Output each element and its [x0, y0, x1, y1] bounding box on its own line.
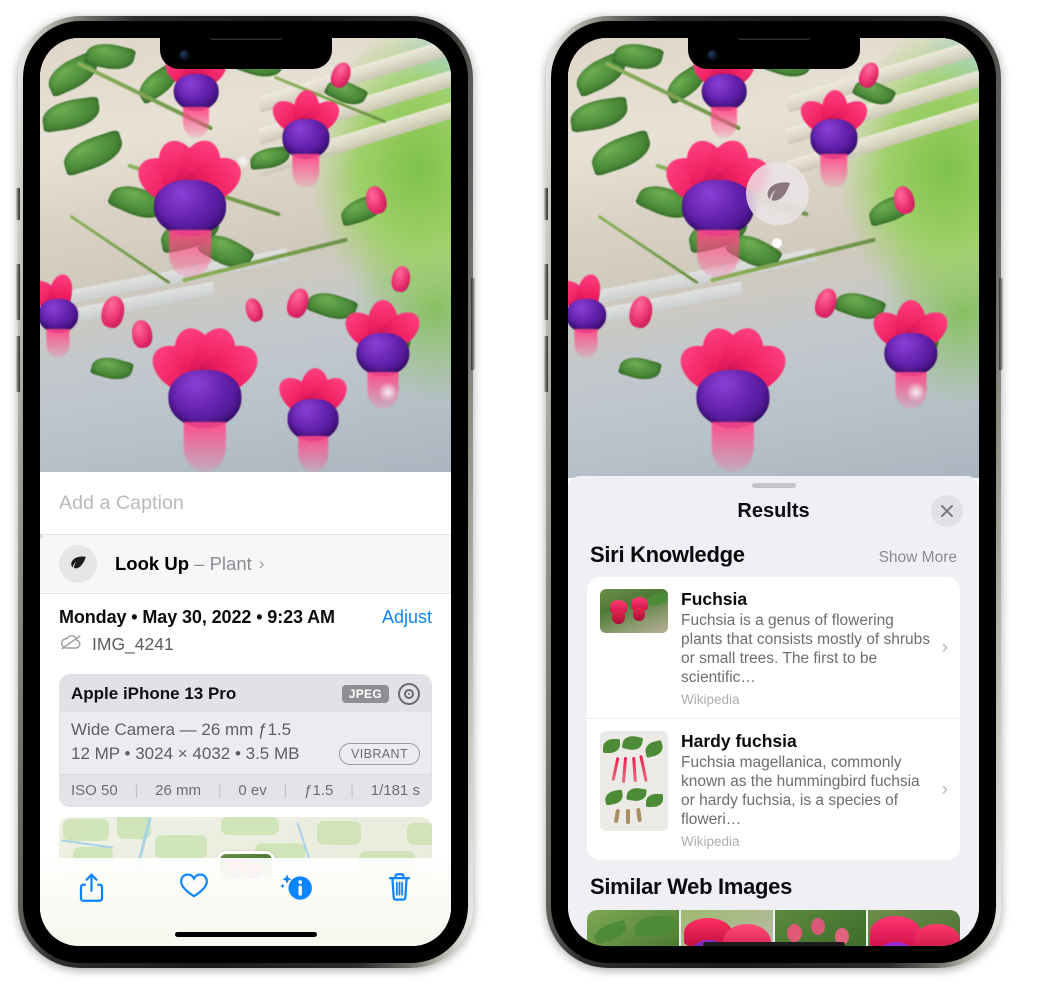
- knowledge-thumbnail: [600, 589, 668, 633]
- exif-header: Apple iPhone 13 Pro JPEG: [60, 675, 431, 712]
- cloud-slash-icon: [59, 633, 83, 656]
- volume-down-button-right[interactable]: [544, 336, 548, 392]
- siri-knowledge-header: Siri Knowledge Show More: [568, 534, 979, 577]
- lens-info: Wide Camera — 26 mm ƒ1.5: [71, 720, 292, 739]
- home-indicator[interactable]: [174, 932, 317, 937]
- look-up-label: Look Up – Plant: [115, 553, 252, 575]
- volume-up-button-left[interactable]: [16, 264, 20, 320]
- web-image-thumbnail[interactable]: [587, 910, 679, 946]
- results-sheet: Results Siri Knowledge Show More Fuchsia…: [568, 476, 979, 946]
- photographic-style-badge: VIBRANT: [339, 743, 420, 765]
- results-title: Results: [737, 499, 810, 522]
- knowledge-item-description: Fuchsia is a genus of flowering plants t…: [681, 612, 930, 686]
- exif-divider: |: [134, 782, 139, 799]
- knowledge-item-title: Hardy fuchsia: [681, 731, 797, 751]
- photo-info-sheet: Add a Caption ✦ ✦ Look Up – Plant ›: [40, 472, 451, 946]
- list-item[interactable]: Hardy fuchsia Fuchsia magellanica, commo…: [587, 718, 960, 860]
- photo-viewer[interactable]: [40, 38, 451, 472]
- web-image-thumbnail[interactable]: [774, 910, 867, 946]
- knowledge-item-title: Fuchsia: [681, 589, 748, 609]
- favorite-button[interactable]: [143, 872, 246, 899]
- power-button-left[interactable]: [471, 278, 475, 370]
- earpiece-speaker: [736, 38, 811, 40]
- chevron-right-icon: ›: [941, 636, 948, 658]
- exif-card[interactable]: Apple iPhone 13 Pro JPEG Wide Camera — 2…: [59, 674, 432, 807]
- format-badge: JPEG: [341, 685, 389, 703]
- front-camera-icon: [178, 50, 190, 61]
- front-camera-icon: [706, 50, 718, 61]
- look-up-subject: Plant: [209, 553, 252, 574]
- results-header: Results: [568, 488, 979, 534]
- similar-web-images-strip: [587, 910, 960, 946]
- screen-right: Results Siri Knowledge Show More Fuchsia…: [568, 38, 979, 946]
- exif-stat-shutter: 1/181 s: [370, 782, 420, 799]
- photo-filename: IMG_4241: [92, 634, 174, 654]
- photo-viewer-right[interactable]: [568, 38, 979, 478]
- exif-stat-ev: 0 ev: [238, 782, 267, 799]
- iphone-left: Add a Caption ✦ ✦ Look Up – Plant ›: [16, 16, 475, 968]
- knowledge-thumbnail: [600, 731, 668, 831]
- adjust-button[interactable]: Adjust: [382, 607, 432, 628]
- exif-divider: |: [350, 782, 354, 799]
- photo-toolbar: [40, 858, 451, 946]
- mute-switch-right[interactable]: [544, 188, 548, 220]
- notch-left: [159, 38, 332, 69]
- screen-left: Add a Caption ✦ ✦ Look Up – Plant ›: [40, 38, 451, 946]
- exif-divider: |: [283, 782, 288, 799]
- web-image-thumbnail[interactable]: [868, 910, 960, 946]
- leaf-icon: [59, 545, 97, 583]
- knowledge-item-source: Wikipedia: [681, 692, 740, 707]
- web-image-thumbnail[interactable]: [680, 910, 773, 946]
- chevron-right-icon: ›: [258, 554, 265, 573]
- similar-web-images-header: Similar Web Images: [568, 860, 979, 907]
- share-button[interactable]: [40, 872, 143, 903]
- visual-look-up-badge[interactable]: [746, 162, 809, 225]
- show-more-button[interactable]: Show More: [879, 549, 957, 567]
- exif-body: Wide Camera — 26 mm ƒ1.5 12 MP • 3024 × …: [60, 712, 431, 774]
- exif-divider: |: [217, 782, 222, 799]
- similar-web-images-title: Similar Web Images: [590, 874, 793, 899]
- caption-input-placeholder[interactable]: Add a Caption: [59, 492, 184, 515]
- metadata-block: Monday • May 30, 2022 • 9:23 AM Adjust I…: [40, 593, 451, 666]
- notch-right: [687, 38, 860, 69]
- siri-knowledge-card-group: Fuchsia Fuchsia is a genus of flowering …: [587, 577, 960, 860]
- exif-stat-iso: ISO 50: [71, 782, 118, 799]
- photo-foliage-right: [568, 38, 979, 478]
- iphone-right: Results Siri Knowledge Show More Fuchsia…: [544, 16, 1003, 968]
- visual-look-up-dot: [772, 238, 782, 248]
- exif-stats-row: ISO 50 | 26 mm | 0 ev | ƒ1.5 | 1/181 s: [60, 774, 431, 806]
- look-up-title: Look Up: [115, 553, 189, 574]
- knowledge-item-description: Fuchsia magellanica, commonly known as t…: [681, 754, 920, 828]
- chevron-right-icon: ›: [941, 778, 948, 800]
- caption-row[interactable]: Add a Caption: [40, 472, 451, 535]
- siri-knowledge-title: Siri Knowledge: [590, 542, 745, 567]
- delete-button[interactable]: [348, 872, 451, 902]
- aperture-icon: [398, 683, 420, 705]
- earpiece-speaker: [208, 38, 283, 40]
- mute-switch-left[interactable]: [16, 188, 20, 220]
- photo-foliage: [40, 38, 451, 472]
- look-up-dash: –: [189, 553, 210, 574]
- camera-model: Apple iPhone 13 Pro: [71, 684, 237, 703]
- list-item[interactable]: Fuchsia Fuchsia is a genus of flowering …: [587, 577, 960, 718]
- volume-up-button-right[interactable]: [544, 264, 548, 320]
- image-size-info: 12 MP • 3024 × 4032 • 3.5 MB: [71, 744, 300, 763]
- info-button[interactable]: [246, 872, 349, 903]
- exif-stat-focal: 26 mm: [155, 782, 201, 799]
- exif-stat-aperture: ƒ1.5: [304, 782, 334, 799]
- power-button-right[interactable]: [999, 278, 1003, 370]
- knowledge-item-source: Wikipedia: [681, 834, 740, 849]
- screenshot-stage: Add a Caption ✦ ✦ Look Up – Plant ›: [0, 0, 1055, 985]
- look-up-row[interactable]: ✦ ✦ Look Up – Plant ›: [40, 528, 451, 593]
- home-indicator[interactable]: [702, 942, 845, 946]
- sparkle-icon: ✦: [40, 528, 46, 546]
- close-icon[interactable]: [931, 495, 963, 527]
- volume-down-button-left[interactable]: [16, 336, 20, 392]
- photo-date: Monday • May 30, 2022 • 9:23 AM: [59, 607, 335, 627]
